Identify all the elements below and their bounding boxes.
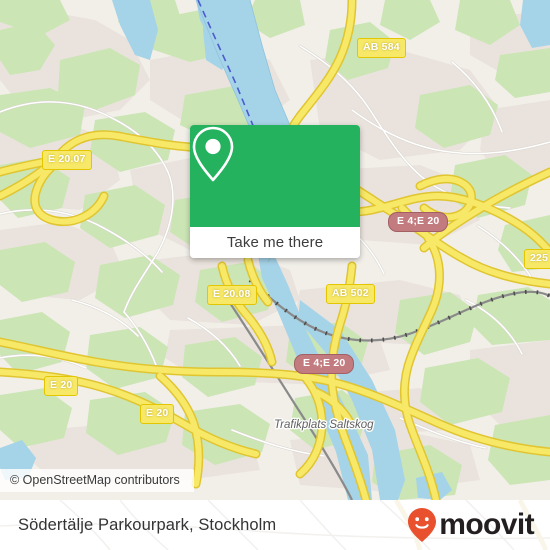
- footer-bar: Södertälje Parkourpark, Stockholm moovit: [0, 500, 550, 550]
- screenshot-root: AB 584 E 20.07 E 4;E 20 225 E 20.08 AB 5…: [0, 0, 550, 550]
- take-me-there-button[interactable]: Take me there: [190, 227, 360, 258]
- moovit-wordmark: moovit: [439, 508, 534, 541]
- road-label-e2008: E 20.08: [207, 285, 257, 305]
- road-label-225: 225: [524, 249, 550, 269]
- osm-attribution-text: © OpenStreetMap contributors: [10, 473, 180, 487]
- road-label-ab584: AB 584: [357, 38, 406, 58]
- take-me-there-label: Take me there: [226, 234, 324, 251]
- map-canvas[interactable]: AB 584 E 20.07 E 4;E 20 225 E 20.08 AB 5…: [0, 0, 550, 500]
- road-label-e20-south: E 20: [140, 404, 175, 424]
- map-pin-icon: [192, 126, 234, 182]
- road-label-e4e20-lower: E 4;E 20: [294, 354, 355, 374]
- popup-icon-area: [190, 125, 360, 227]
- moovit-brand[interactable]: moovit: [407, 507, 535, 543]
- road-label-ab502: AB 502: [326, 284, 375, 304]
- road-label-e4e20-upper: E 4;E 20: [388, 212, 449, 232]
- road-label-e2007: E 20.07: [42, 150, 92, 170]
- place-label-trafikplats-saltskog: Trafikplats Saltskog: [274, 419, 374, 431]
- moovit-smiley-pin-icon: [408, 508, 437, 542]
- page-title: Södertälje Parkourpark, Stockholm: [18, 515, 277, 534]
- take-me-there-popup[interactable]: Take me there: [190, 125, 360, 258]
- road-label-e20-west: E 20: [44, 376, 79, 396]
- osm-attribution[interactable]: © OpenStreetMap contributors: [0, 469, 194, 492]
